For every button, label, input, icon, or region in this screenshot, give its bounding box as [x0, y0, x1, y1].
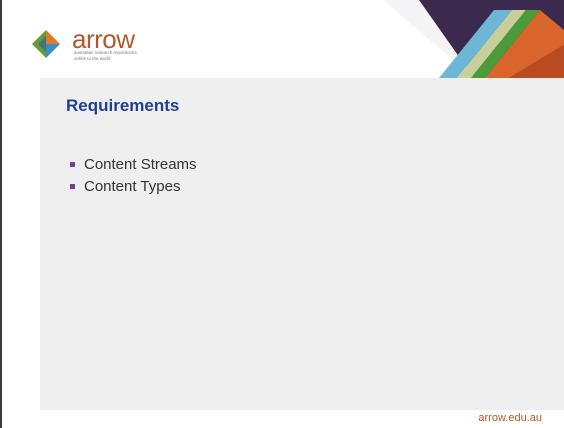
logo-tagline: australian research repositories online …: [74, 50, 137, 61]
bullet-item: Content Types: [70, 176, 197, 198]
arrow-logo: arrow australian research repositories o…: [22, 14, 152, 70]
corner-stripes-decoration: [344, 0, 564, 78]
slide-border-left: [0, 0, 2, 428]
bullet-text: Content Streams: [84, 156, 197, 173]
bullet-square-icon: [70, 162, 75, 167]
slide-title: Requirements: [66, 96, 180, 115]
slide: arrow australian research repositories o…: [0, 0, 564, 428]
bullet-item: Content Streams: [70, 154, 197, 176]
footer-url: arrow.edu.au: [478, 412, 542, 424]
bullet-list: Content Streams Content Types: [70, 154, 197, 198]
content-panel: [40, 78, 564, 410]
logo-wordmark: arrow: [72, 24, 135, 54]
arrow-logo-icon: [32, 30, 60, 58]
bullet-text: Content Types: [84, 178, 181, 195]
bullet-square-icon: [70, 184, 75, 189]
